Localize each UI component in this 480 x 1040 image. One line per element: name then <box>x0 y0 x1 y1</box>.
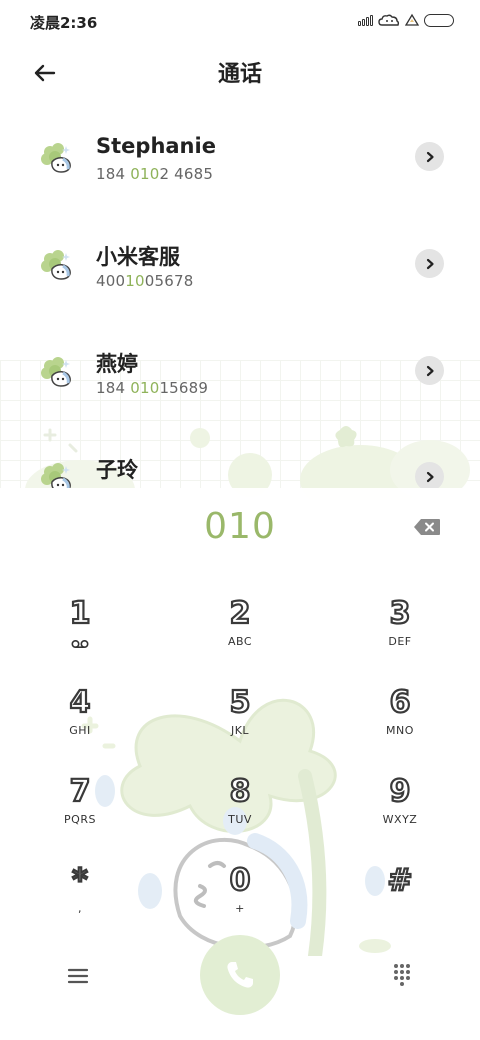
keypad-key[interactable]: 1 <box>20 595 140 676</box>
backspace-icon[interactable] <box>413 518 441 536</box>
contact-name: 燕婷 <box>96 352 138 376</box>
number-suffix: 05678 <box>144 272 194 290</box>
contact-number: 4001005678 <box>96 272 193 290</box>
key-digit: 8 <box>228 773 251 810</box>
contact-item[interactable]: 小米客服 4001005678 <box>0 217 480 317</box>
key-digit: # <box>386 862 413 899</box>
key-digit: 3 <box>388 595 411 632</box>
keypad-key[interactable]: 6 MNO <box>340 684 460 765</box>
key-letters: PQRS <box>64 813 96 826</box>
contact-item[interactable]: 子玲 <box>0 430 480 488</box>
contact-detail-button[interactable] <box>415 462 444 488</box>
number-prefix: 184 <box>96 165 131 183</box>
dialpad-icon[interactable] <box>392 963 412 987</box>
contact-detail-button[interactable] <box>415 356 444 385</box>
bottom-bar <box>0 930 480 1030</box>
voicemail-icon <box>71 639 89 649</box>
contact-detail-button[interactable] <box>415 249 444 278</box>
contact-list: Stephanie 184 0102 4685 小米客服 4001005678 燕婷 18… <box>0 110 480 488</box>
page-title: 通话 <box>217 62 262 87</box>
keypad-key[interactable]: 9 WXYZ <box>340 773 460 854</box>
keypad-key[interactable]: 8 TUV <box>180 773 300 854</box>
keypad-key[interactable]: 4 GHI <box>20 684 140 765</box>
contact-name: 小米客服 <box>96 245 180 269</box>
keypad-key[interactable]: 7 PQRS <box>20 773 140 854</box>
phone-icon <box>227 962 253 988</box>
key-digit: 7 <box>68 773 91 810</box>
clover-avatar-icon <box>41 143 71 173</box>
key-digit: 4 <box>68 684 91 721</box>
chevron-right-icon <box>426 471 434 482</box>
key-digit: 2 <box>228 595 251 632</box>
clover-avatar-icon <box>41 463 71 488</box>
key-digit: 6 <box>388 684 411 721</box>
number-prefix: 184 <box>96 379 131 397</box>
contact-item[interactable]: 燕婷 184 01015689 <box>0 324 480 424</box>
key-letters: GHI <box>69 724 91 737</box>
key-digit: * <box>71 862 89 899</box>
contact-number: 184 01015689 <box>96 379 208 397</box>
signal-icon <box>358 14 373 26</box>
number-suffix: 2 4685 <box>159 165 214 183</box>
contact-name: Stephanie <box>96 134 216 158</box>
keypad-key[interactable]: 5 JKL <box>180 684 300 765</box>
contact-detail-button[interactable] <box>415 142 444 171</box>
key-digit: 1 <box>68 595 91 632</box>
menu-icon[interactable] <box>66 966 90 986</box>
chevron-right-icon <box>426 258 434 269</box>
key-letters: MNO <box>386 724 414 737</box>
key-letters: WXYZ <box>382 813 418 826</box>
number-match: 10 <box>125 272 145 290</box>
clover-avatar-icon <box>41 250 71 280</box>
contact-number: 184 0102 4685 <box>96 165 213 183</box>
key-letters: JKL <box>230 724 250 737</box>
key-letters: ABC <box>227 635 253 648</box>
key-letters: TUV <box>228 813 252 826</box>
battery-icon <box>424 13 454 27</box>
clover-avatar-icon <box>41 357 71 387</box>
number-suffix: 15689 <box>159 379 209 397</box>
keypad-key[interactable]: 2 ABC <box>180 595 300 676</box>
key-letters: + <box>235 902 245 915</box>
number-match: 010 <box>130 379 160 397</box>
header: 通话 <box>0 48 480 96</box>
call-button[interactable] <box>200 935 280 1015</box>
status-bar: 凌晨2:36 <box>0 0 480 42</box>
key-digit: 9 <box>388 773 411 810</box>
chevron-right-icon <box>426 365 434 376</box>
key-letters: DEF <box>388 635 412 648</box>
status-time: 凌晨2:36 <box>30 14 98 32</box>
contact-name: 子玲 <box>96 458 138 482</box>
keypad: 1 2 ABC 3 DEF 4 GHI 5 JKL 6 MNO 7 PQRS 8 TUV 9 WXYZ *, 0 + # <box>0 595 480 956</box>
status-icons <box>358 13 454 27</box>
number-prefix: 400 <box>96 272 126 290</box>
wifi-icon <box>405 13 419 26</box>
dial-number-input[interactable]: 010 <box>0 506 480 547</box>
dial-display: 010 <box>0 488 480 572</box>
cloud-icon <box>378 14 400 26</box>
key-digit: 5 <box>228 684 251 721</box>
contact-item[interactable]: Stephanie 184 0102 4685 <box>0 110 480 210</box>
number-match: 010 <box>130 165 160 183</box>
key-digit: 0 <box>228 862 251 899</box>
key-letters: , <box>78 902 82 915</box>
chevron-right-icon <box>426 151 434 162</box>
keypad-key[interactable]: 3 DEF <box>340 595 460 676</box>
